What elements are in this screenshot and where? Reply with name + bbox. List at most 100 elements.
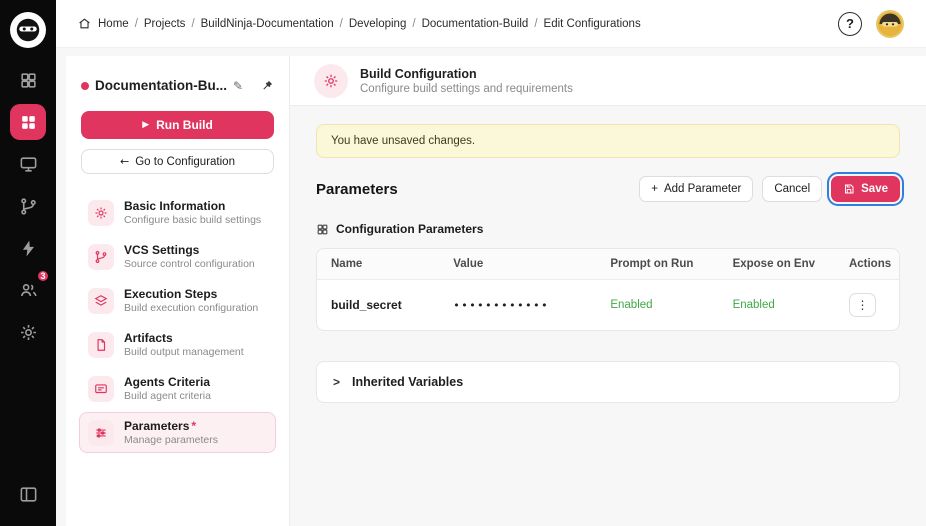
add-parameter-button[interactable]: + Add Parameter — [639, 176, 754, 202]
branch-icon — [88, 243, 114, 270]
config-sidebar: Documentation-Bu... ✎ ▶ Run Build ← Go t… — [66, 56, 290, 526]
breadcrumb-separator: / — [339, 17, 343, 30]
branch-icon — [19, 197, 38, 216]
breadcrumb-separator: / — [412, 17, 416, 30]
column-header-name: Name — [331, 258, 363, 270]
section-title: Parameters — [316, 180, 398, 198]
gear-icon — [19, 323, 38, 342]
users-icon — [19, 281, 38, 300]
parameters-actions: + Add Parameter Cancel Save — [639, 172, 904, 206]
breadcrumb-item-home[interactable]: Home — [98, 18, 129, 30]
menu-item-label: Artifacts — [124, 331, 173, 345]
param-name-cell: build_secret — [331, 298, 402, 312]
layers-icon — [88, 287, 114, 314]
home-icon — [78, 17, 91, 30]
parameters-icon — [88, 419, 114, 446]
ninja-avatar-icon — [878, 11, 902, 36]
rail-item-projects[interactable] — [10, 104, 46, 140]
save-label: Save — [861, 183, 888, 195]
rail-item-users[interactable]: 3 — [10, 269, 50, 308]
document-icon-svg — [94, 338, 108, 352]
gear-icon — [88, 199, 114, 226]
column-header-actions: Actions — [848, 258, 892, 270]
build-config-icon-wrap — [314, 63, 348, 98]
breadcrumb: Home / Projects / BuildNinja-Documentati… — [78, 17, 641, 30]
plus-icon: + — [651, 183, 658, 195]
menu-item-label: VCS Settings — [124, 243, 200, 257]
sidebar-item-execution-steps[interactable]: Execution Steps Build execution configur… — [79, 280, 276, 321]
parameters-table: Name Value Prompt on Run Expose on Env A… — [316, 248, 900, 331]
menu-item-label: Basic Information — [124, 199, 226, 213]
menu-item-label: Execution Steps — [124, 287, 218, 301]
breadcrumb-item-subproject[interactable]: Developing — [349, 18, 407, 30]
rail-item-dashboard[interactable] — [10, 62, 46, 98]
main-header-text: Build Configuration Configure build sett… — [360, 67, 573, 95]
menu-item-text: Parameters * Manage parameters — [124, 419, 218, 446]
sidebar-item-agents-criteria[interactable]: Agents Criteria Build agent criteria — [79, 368, 276, 409]
main-panel: Build Configuration Configure build sett… — [290, 56, 926, 526]
help-button[interactable]: ? — [838, 11, 862, 36]
page-body: Documentation-Bu... ✎ ▶ Run Build ← Go t… — [56, 48, 926, 526]
menu-item-label-text: Parameters — [124, 419, 190, 433]
avatar[interactable] — [876, 9, 904, 38]
menu-item-text: Execution Steps Build execution configur… — [124, 287, 258, 314]
sidebar-toggle-button[interactable] — [10, 476, 46, 512]
panel-icon — [19, 485, 38, 504]
rail-item-settings[interactable] — [10, 314, 46, 350]
sidebar-item-vcs-settings[interactable]: VCS Settings Source control configuratio… — [79, 236, 276, 277]
column-header-expose: Expose on Env — [732, 258, 815, 270]
column-header-value: Value — [453, 258, 484, 270]
rail-item-actions[interactable] — [10, 230, 46, 266]
menu-item-text: Basic Information Configure basic build … — [124, 199, 261, 226]
save-icon — [843, 183, 855, 195]
table-header-row: Name Value Prompt on Run Expose on Env A… — [317, 249, 899, 280]
ninja-logo-icon — [16, 18, 40, 42]
run-build-button[interactable]: ▶ Run Build — [81, 111, 274, 139]
monitor-icon — [19, 155, 38, 174]
edit-icon[interactable]: ✎ — [233, 79, 243, 93]
configuration-parameters-label: Configuration Parameters — [316, 222, 900, 236]
menu-item-label: Agents Criteria — [124, 375, 211, 389]
page-title: Build Configuration — [360, 66, 477, 81]
rail-item-vcs[interactable] — [10, 188, 46, 224]
menu-item-desc: Manage parameters — [124, 434, 218, 446]
tiles-icon — [19, 113, 38, 132]
breadcrumb-item-build[interactable]: Documentation-Build — [422, 18, 529, 30]
layers-icon-svg — [94, 294, 108, 308]
menu-item-desc: Build output management — [124, 346, 244, 358]
notification-badge: 3 — [36, 269, 50, 283]
menu-item-desc: Source control configuration — [124, 258, 255, 270]
page-subtitle: Configure build settings and requirement… — [360, 82, 573, 95]
breadcrumb-item-projects[interactable]: Projects — [144, 18, 186, 30]
sidebar-item-parameters[interactable]: Parameters * Manage parameters — [79, 412, 276, 453]
parameters-icon-svg — [94, 426, 108, 440]
menu-item-desc: Configure basic build settings — [124, 214, 262, 226]
app-logo[interactable] — [10, 12, 46, 48]
required-marker: * — [191, 419, 197, 433]
goto-configuration-button[interactable]: ← Go to Configuration — [81, 149, 274, 174]
play-icon: ▶ — [142, 120, 150, 130]
pin-button[interactable] — [260, 79, 274, 93]
agents-icon-svg — [94, 382, 108, 396]
add-parameter-label: Add Parameter — [663, 183, 742, 195]
configuration-parameters-text: Configuration Parameters — [336, 222, 484, 236]
cancel-button[interactable]: Cancel — [762, 176, 823, 202]
inherited-variables-panel[interactable]: > Inherited Variables — [316, 361, 900, 403]
prompt-on-run-badge: Enabled — [610, 299, 653, 311]
table-icon — [316, 223, 329, 236]
row-actions-button[interactable]: ⋮ — [848, 293, 876, 317]
menu-item-desc: Build execution configuration — [124, 302, 259, 314]
config-menu: Basic Information Configure basic build … — [79, 192, 276, 453]
column-header-prompt: Prompt on Run — [610, 258, 694, 270]
sidebar-item-basic-information[interactable]: Basic Information Configure basic build … — [79, 192, 276, 233]
branch-icon-svg — [94, 250, 108, 264]
sidebar-item-artifacts[interactable]: Artifacts Build output management — [79, 324, 276, 365]
rail-item-monitor[interactable] — [10, 146, 46, 182]
save-button[interactable]: Save — [827, 172, 904, 206]
gear-icon — [323, 73, 339, 89]
goto-configuration-label: Go to Configuration — [135, 155, 235, 168]
run-build-label: Run Build — [156, 118, 213, 132]
actions-cell: ⋮ — [835, 280, 899, 330]
breadcrumb-item-current: Edit Configurations — [543, 17, 641, 30]
breadcrumb-item-project[interactable]: BuildNinja-Documentation — [201, 18, 334, 30]
